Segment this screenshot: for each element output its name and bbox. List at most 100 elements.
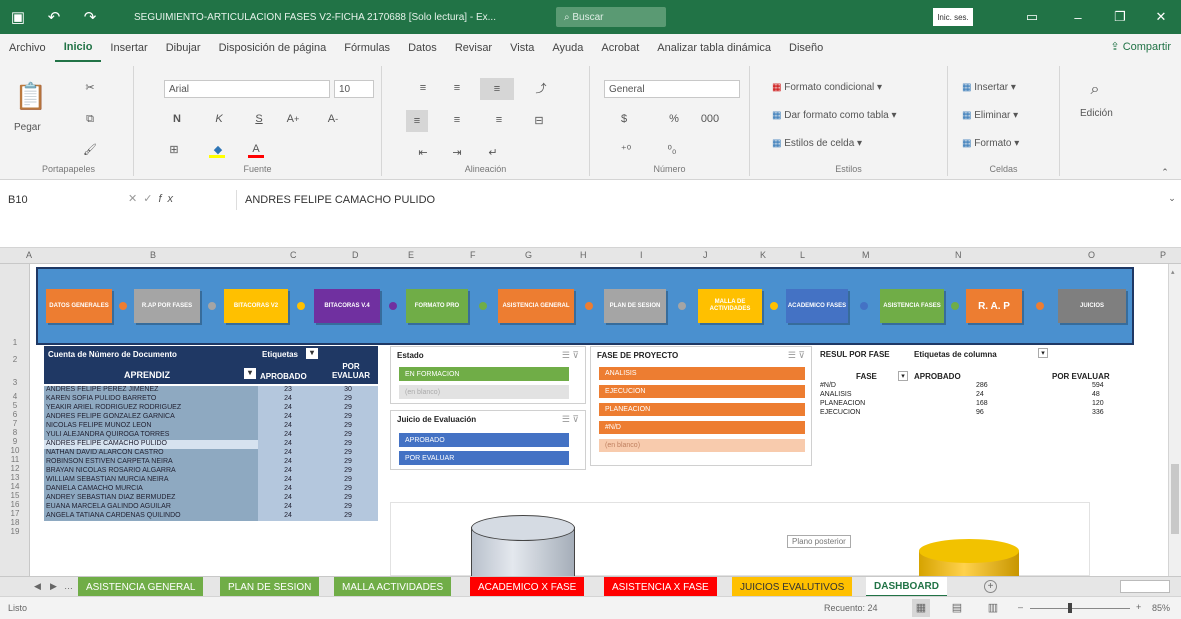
row-header[interactable]: 11 (0, 455, 30, 464)
minimize-button[interactable]: – (1058, 0, 1098, 34)
row-header[interactable]: 4 (0, 392, 30, 401)
column-header[interactable]: N (955, 250, 962, 260)
add-sheet-icon[interactable]: + (984, 580, 997, 593)
aprobado-cell[interactable]: 24 (258, 503, 318, 512)
slicer-fase[interactable]: FASE DE PROYECTO ☰ ⊽ ANALISIS EJECUCION … (590, 346, 812, 466)
filter-dropdown-icon[interactable]: ▾ (306, 348, 318, 359)
next-sheet-icon[interactable]: ▶ (50, 581, 57, 592)
fill-color-icon[interactable]: ◆ (206, 140, 230, 158)
align-center-icon[interactable]: ≡ (446, 110, 468, 130)
column-header[interactable]: B (150, 250, 156, 260)
aprobado-cell[interactable]: 24 (258, 512, 318, 521)
column-header[interactable]: G (525, 250, 532, 260)
search-box[interactable]: ⌕ Buscar (556, 7, 666, 27)
pivot2-cell-b[interactable]: 120 (1092, 400, 1104, 407)
pivot2-cell-a[interactable]: 96 (976, 409, 984, 416)
table-row[interactable]: NATHAN DAVID ALARCON CASTRO 24 29 (44, 449, 378, 458)
por-evaluar-cell[interactable]: 29 (318, 440, 378, 449)
sheet-tab[interactable]: JUICIOS EVALUTIVOS (732, 577, 853, 597)
row-header[interactable]: 5 (0, 401, 30, 410)
worksheet[interactable]: 1 2 3 4 5 6 7 8 9 10 11 12 13 14 15 16 17 18 19 DATOS GENE… (0, 264, 1168, 576)
nav-button[interactable]: ASISTENCIA GENERAL (498, 289, 574, 323)
column-header[interactable]: O (1088, 250, 1095, 260)
por-evaluar-cell[interactable]: 30 (318, 386, 378, 395)
aprendiz-cell[interactable]: BRAYAN NICOLAS ROSARIO ALGARRA (44, 467, 258, 476)
zoom-slider[interactable] (1030, 608, 1130, 609)
column-header[interactable]: H (580, 250, 587, 260)
underline-button[interactable]: S (250, 110, 268, 128)
align-top-icon[interactable]: ≡ (412, 78, 434, 98)
scroll-thumb[interactable] (1171, 464, 1179, 534)
por-evaluar-cell[interactable]: 29 (318, 476, 378, 485)
increase-decimal-icon[interactable]: ⁺⁰ (616, 140, 636, 158)
align-right-icon[interactable]: ≡ (488, 110, 510, 130)
aprobado-cell[interactable]: 24 (258, 458, 318, 467)
sheet-tab[interactable]: DASHBOARD (866, 577, 947, 597)
row-header[interactable]: 2 (0, 355, 30, 364)
font-color-icon[interactable]: A (244, 140, 268, 158)
table-row[interactable]: ANDREY SEBASTIAN DIAZ BERMUDEZ 24 29 (44, 494, 378, 503)
nav-button[interactable]: JUICIOS (1058, 289, 1126, 323)
col-filter-icon[interactable]: ▾ (1038, 348, 1048, 358)
multiselect-icon[interactable]: ☰ (788, 350, 796, 360)
ribbon-tab[interactable]: Fórmulas (335, 34, 399, 62)
enter-icon[interactable]: ✓ (143, 193, 158, 205)
align-left-icon[interactable]: ≡ (406, 110, 428, 132)
collapse-ribbon-icon[interactable]: ⌃ (1158, 166, 1172, 178)
nav-button[interactable]: R.AP POR FASES (134, 289, 200, 323)
sheet-tab[interactable]: ASISTENCIA GENERAL (78, 577, 204, 597)
pivot2-cell-fase[interactable]: ANALISIS (820, 391, 852, 398)
grow-font-icon[interactable]: A + (284, 110, 302, 128)
pivot2-cell-fase[interactable]: PLANEACION (820, 400, 865, 407)
aprendiz-cell[interactable]: ANDRES FELIPE GONZALEZ GARNICA (44, 413, 258, 422)
row-header[interactable]: 7 (0, 419, 30, 428)
aprobado-cell[interactable]: 24 (258, 449, 318, 458)
nav-button[interactable]: PLAN DE SESION (604, 289, 666, 323)
row-header[interactable]: 17 (0, 509, 30, 518)
ribbon-tab[interactable]: Diseño (780, 34, 832, 62)
redo-icon[interactable]: ↷ (72, 0, 108, 34)
ribbon-tab[interactable]: Inicio (54, 34, 102, 62)
bold-button[interactable]: N (168, 110, 186, 128)
column-header[interactable]: L (800, 250, 805, 260)
name-box[interactable]: B10 (4, 190, 104, 210)
ribbon-tab[interactable]: Disposición de página (210, 34, 336, 62)
cell-styles-button[interactable]: ▦ Estilos de celda ▾ (772, 138, 862, 149)
page-layout-icon[interactable]: ▤ (948, 599, 966, 617)
aprendiz-cell[interactable]: DANIELA CAMACHO MURCIA (44, 485, 258, 494)
number-format-select[interactable]: General (604, 80, 740, 98)
ribbon-tab[interactable]: Dibujar (157, 34, 210, 62)
aprendiz-cell[interactable]: KAREN SOFIA PULIDO BARRETO (44, 395, 258, 404)
table-row[interactable]: ANDRES FELIPE GONZALEZ GARNICA 24 29 (44, 413, 378, 422)
wrap-text-icon[interactable]: ↵ (482, 142, 504, 162)
pivot2-cell-b[interactable]: 48 (1092, 391, 1100, 398)
cylinder-gray[interactable] (471, 515, 575, 576)
table-row[interactable]: DANIELA CAMACHO MURCIA 24 29 (44, 485, 378, 494)
zoom-slider-handle[interactable] (1068, 603, 1072, 613)
multiselect-icon[interactable]: ☰ (562, 414, 570, 424)
cancel-icon[interactable]: ✕ (128, 193, 143, 205)
aprobado-cell[interactable]: 24 (258, 476, 318, 485)
nav-button[interactable]: MALLA DE ACTIVIDADES (698, 289, 762, 323)
thousands-icon[interactable]: 000 (700, 110, 720, 128)
ribbon-tab[interactable]: Vista (501, 34, 543, 62)
sheet-tab[interactable]: PLAN DE SESION (220, 577, 320, 597)
prev-sheet-icon[interactable]: ◀ (34, 581, 41, 592)
pivot2-cell-a[interactable]: 168 (976, 400, 988, 407)
column-header[interactable]: F (470, 250, 476, 260)
por-evaluar-cell[interactable]: 29 (318, 422, 378, 431)
italic-button[interactable]: K (210, 110, 228, 128)
aprobado-cell[interactable]: 24 (258, 431, 318, 440)
column-header[interactable]: I (640, 250, 643, 260)
expand-formula-icon[interactable]: ⌄ (1166, 192, 1178, 204)
vertical-scrollbar[interactable]: ▴ (1168, 264, 1181, 576)
chart-area[interactable]: Plano posterior (390, 502, 1090, 576)
pivot2-cell-a[interactable]: 286 (976, 382, 988, 389)
ribbon-display-icon[interactable]: ▭ (1012, 0, 1052, 34)
decrease-indent-icon[interactable]: ⇤ (412, 142, 434, 162)
por-evaluar-cell[interactable]: 29 (318, 485, 378, 494)
aprendiz-cell[interactable]: ANDREY SEBASTIAN DIAZ BERMUDEZ (44, 494, 258, 503)
pivot-table[interactable]: Cuenta de Número de Documento Etiquetas … (44, 346, 378, 576)
font-name-select[interactable]: Arial (164, 80, 330, 98)
zoom-in-icon[interactable]: + (1136, 602, 1141, 612)
